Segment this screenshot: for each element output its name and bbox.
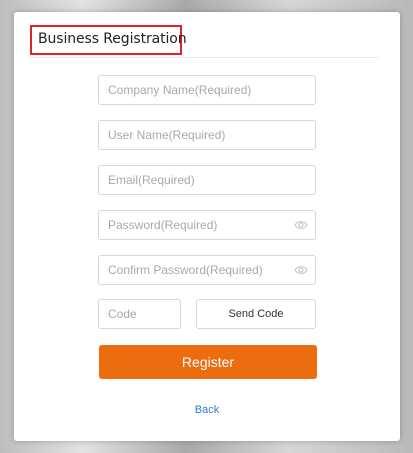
eye-icon[interactable] (294, 219, 308, 231)
company-name-input[interactable] (99, 76, 315, 104)
verification-code-field[interactable] (98, 299, 181, 329)
password-field[interactable] (98, 210, 316, 240)
email-field[interactable] (98, 165, 316, 195)
email-input[interactable] (99, 166, 315, 194)
back-link[interactable]: Back (14, 404, 400, 416)
company-name-field[interactable] (98, 75, 316, 105)
eye-icon[interactable] (294, 264, 308, 276)
confirm-password-input[interactable] (99, 256, 315, 284)
verification-code-input[interactable] (99, 300, 180, 328)
user-name-field[interactable] (98, 120, 316, 150)
confirm-password-field[interactable] (98, 255, 316, 285)
user-name-input[interactable] (99, 121, 315, 149)
password-input[interactable] (99, 211, 315, 239)
register-button[interactable]: Register (99, 345, 317, 379)
registration-dialog: Business Registration Send Code Register… (14, 12, 400, 441)
header-divider (30, 57, 379, 58)
send-code-button[interactable]: Send Code (196, 299, 316, 329)
dialog-title: Business Registration (38, 31, 187, 47)
